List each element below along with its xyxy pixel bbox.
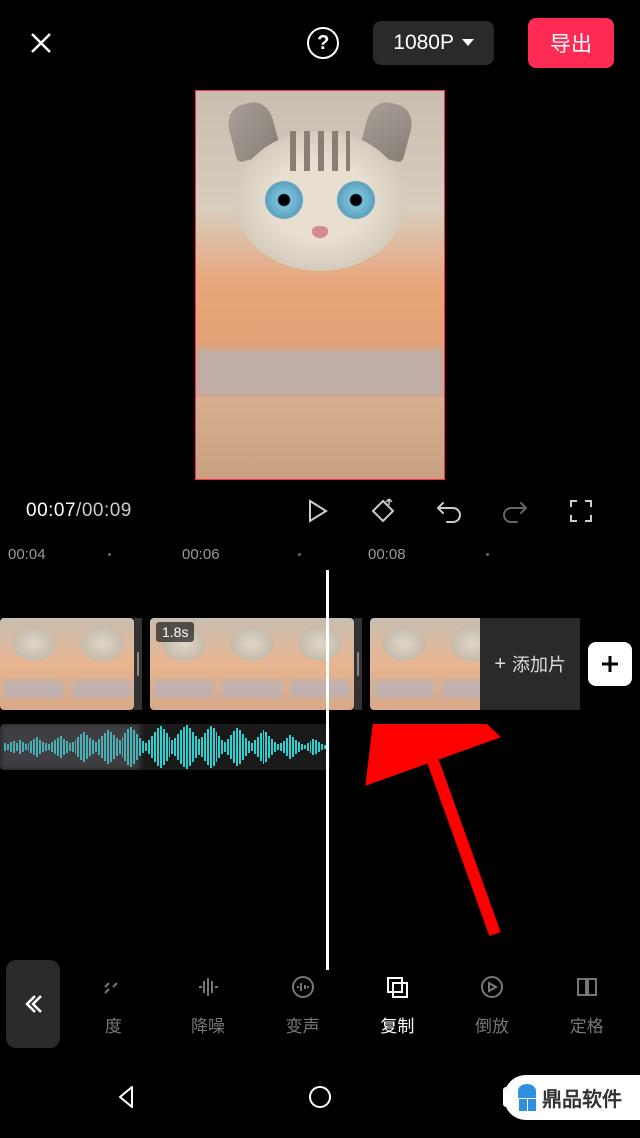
clip-2[interactable]: 1.8s: [150, 618, 354, 710]
tool-reverse[interactable]: 倒放: [445, 972, 540, 1037]
export-button[interactable]: 导出: [528, 18, 614, 68]
nav-home[interactable]: [307, 1084, 333, 1115]
back-button[interactable]: [6, 960, 60, 1048]
brand-text: 鼎品软件: [542, 1083, 622, 1112]
add-clip-label[interactable]: +添加片: [480, 618, 580, 710]
time-ruler[interactable]: 00:04 00:06 00:08: [0, 542, 640, 566]
clip-duration: 1.8s: [156, 622, 194, 642]
keyframe-button[interactable]: [368, 496, 398, 526]
help-button[interactable]: ?: [307, 27, 339, 59]
video-preview[interactable]: [0, 86, 640, 480]
timeline[interactable]: 1.8s +添加片: [0, 570, 640, 970]
time-display: 00:07/00:09: [26, 500, 132, 522]
transition-1[interactable]: [134, 618, 142, 710]
add-clip-button[interactable]: [588, 642, 632, 686]
clip-1[interactable]: [0, 618, 134, 710]
tool-denoise[interactable]: 降噪: [161, 972, 256, 1037]
brand-logo-icon: [518, 1084, 536, 1111]
ruler-tick: 00:08: [368, 546, 406, 563]
resolution-selector[interactable]: 1080P: [373, 21, 494, 65]
toolbar: 度 降噪 变声 复制 倒放 定格: [0, 948, 640, 1060]
tool-freeze[interactable]: 定格: [539, 972, 634, 1037]
annotation-arrow: [330, 724, 510, 944]
tool-speed[interactable]: 度: [66, 972, 161, 1037]
playhead[interactable]: [326, 570, 329, 970]
audio-track[interactable]: [0, 724, 330, 770]
redo-button[interactable]: [500, 496, 530, 526]
ruler-tick: 00:06: [182, 546, 220, 563]
close-button[interactable]: [26, 28, 56, 58]
tool-voice[interactable]: 变声: [255, 972, 350, 1037]
video-track[interactable]: 1.8s +添加片: [0, 618, 640, 710]
transition-2[interactable]: [354, 618, 362, 710]
ruler-tick: 00:04: [8, 546, 46, 563]
fullscreen-button[interactable]: [566, 496, 596, 526]
play-button[interactable]: [302, 496, 332, 526]
tool-copy[interactable]: 复制: [350, 972, 445, 1037]
undo-button[interactable]: [434, 496, 464, 526]
nav-back[interactable]: [114, 1084, 140, 1115]
resolution-label: 1080P: [393, 31, 454, 55]
brand-watermark: 鼎品软件: [504, 1075, 640, 1120]
